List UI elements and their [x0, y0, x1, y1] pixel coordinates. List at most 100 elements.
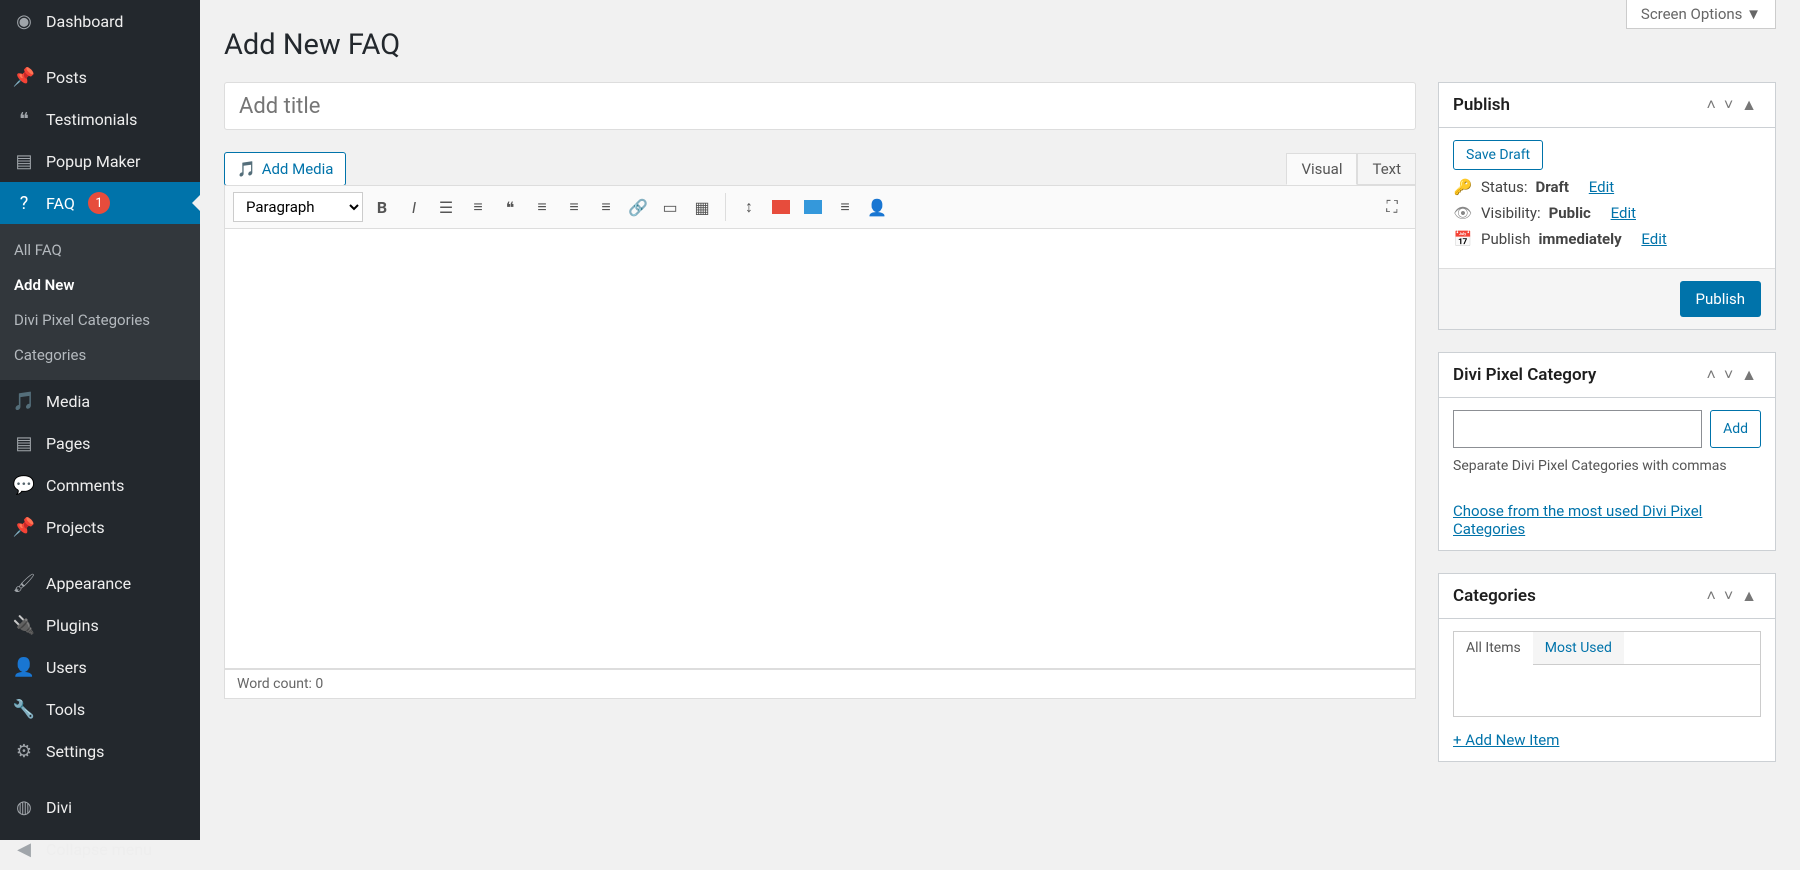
add-media-button[interactable]: 🎵 Add Media: [224, 152, 346, 186]
user-icon[interactable]: 👤: [864, 194, 890, 220]
divi-pixel-category-input[interactable]: [1453, 410, 1702, 448]
align-center-icon[interactable]: ≡: [561, 194, 587, 220]
choose-most-used-link[interactable]: Choose from the most used Divi Pixel Cat…: [1453, 502, 1702, 538]
sidebar-item-label: Collapse menu: [46, 840, 152, 859]
media-icon: 🎵: [12, 391, 36, 412]
post-title-input[interactable]: [224, 82, 1416, 130]
bold-icon[interactable]: B: [369, 194, 395, 220]
format-select[interactable]: Paragraph: [233, 192, 363, 222]
chevron-down-icon[interactable]: ˅: [1720, 586, 1737, 606]
metabox-column: Publish ˄ ˅ ▲ Save Draft 🔑Status: Draft …: [1438, 82, 1776, 784]
read-more-icon[interactable]: ▭: [657, 194, 683, 220]
sidebar-item-pages[interactable]: ▤Pages: [0, 422, 200, 464]
user-icon: 👤: [12, 657, 36, 678]
edit-status-link[interactable]: Edit: [1589, 178, 1614, 196]
sidebar-item-label: Tools: [46, 700, 85, 719]
sidebar-item-divi[interactable]: ◍ Divi: [0, 786, 200, 828]
fullscreen-icon[interactable]: ⛶: [1379, 194, 1405, 220]
chevron-down-icon[interactable]: ˅: [1720, 365, 1737, 385]
sidebar-item-posts[interactable]: 📌Posts: [0, 56, 200, 98]
triangle-up-icon[interactable]: ▲: [1737, 95, 1761, 115]
sidebar-item-media[interactable]: 🎵Media: [0, 380, 200, 422]
screen-options-button[interactable]: Screen Options ▼: [1626, 0, 1776, 29]
plugin-icon: 🔌: [12, 615, 36, 636]
publish-metabox: Publish ˄ ˅ ▲ Save Draft 🔑Status: Draft …: [1438, 82, 1776, 330]
admin-sidebar: ◉Dashboard 📌Posts ❝ Testimonials ▤Popup M…: [0, 0, 200, 840]
sidebar-item-popup-maker[interactable]: ▤Popup Maker: [0, 140, 200, 182]
page-title: Add New FAQ: [224, 28, 1776, 62]
sidebar-item-faq[interactable]: ? FAQ 1: [0, 182, 200, 224]
editor-status-bar: Word count: 0: [224, 669, 1416, 699]
sidebar-submenu: All FAQ Add New Divi Pixel Categories Ca…: [0, 224, 200, 380]
quote-icon: ❝: [12, 109, 36, 130]
sidebar-item-tools[interactable]: 🔧 Tools: [0, 688, 200, 730]
editor-toolbar: Paragraph B I ☰ ≡ ❝ ≡ ≡ ≡ 🔗 ▭ ▦ ↕ ≡ 👤 ⛶: [224, 185, 1416, 229]
save-draft-button[interactable]: Save Draft: [1453, 140, 1543, 170]
sidebar-item-label: Projects: [46, 518, 105, 537]
sidebar-sub-add-new[interactable]: Add New: [0, 267, 200, 302]
link-icon[interactable]: 🔗: [625, 194, 651, 220]
metabox-title: Publish: [1453, 95, 1702, 115]
color-blocks-icon[interactable]: [768, 194, 794, 220]
sidebar-sub-divi-pixel-categories[interactable]: Divi Pixel Categories: [0, 302, 200, 337]
wrench-icon: 🔧: [12, 699, 36, 720]
blockquote-icon[interactable]: ❝: [497, 194, 523, 220]
visibility-value: Public: [1549, 204, 1591, 222]
sidebar-item-dashboard[interactable]: ◉Dashboard: [0, 0, 200, 42]
sidebar-sub-categories[interactable]: Categories: [0, 337, 200, 372]
media-icon: 🎵: [237, 160, 256, 178]
publish-time-value: immediately: [1538, 230, 1621, 248]
editor-textarea[interactable]: [224, 229, 1416, 669]
triangle-up-icon[interactable]: ▲: [1737, 586, 1761, 606]
bullet-list-icon[interactable]: ☰: [433, 194, 459, 220]
sidebar-item-projects[interactable]: 📌Projects: [0, 506, 200, 548]
kitchen-sink-icon[interactable]: ▦: [689, 194, 715, 220]
edit-visibility-link[interactable]: Edit: [1611, 204, 1636, 222]
sidebar-item-label: Appearance: [46, 574, 131, 593]
italic-icon[interactable]: I: [401, 194, 427, 220]
pin-icon: 📌: [12, 67, 36, 88]
sidebar-item-label: Testimonials: [46, 110, 137, 129]
sidebar-item-collapse[interactable]: ◀ Collapse menu: [0, 828, 200, 870]
tab-most-used[interactable]: Most Used: [1533, 632, 1624, 664]
sidebar-item-label: Divi: [46, 798, 72, 817]
sidebar-item-users[interactable]: 👤Users: [0, 646, 200, 688]
tab-all-items[interactable]: All Items: [1454, 632, 1533, 665]
sidebar-item-settings[interactable]: ⚙Settings: [0, 730, 200, 772]
align-left-icon[interactable]: ≡: [529, 194, 555, 220]
pages-icon: ▤: [12, 433, 36, 454]
sidebar-item-appearance[interactable]: 🖌 Appearance: [0, 562, 200, 604]
hint-text: Separate Divi Pixel Categories with comm…: [1453, 458, 1761, 474]
publish-button[interactable]: Publish: [1680, 281, 1761, 317]
align-right-icon[interactable]: ≡: [593, 194, 619, 220]
comment-icon: 💬: [12, 475, 36, 496]
add-divi-pixel-category-button[interactable]: Add: [1710, 410, 1761, 448]
divi-icon: ◍: [12, 797, 36, 818]
tab-text[interactable]: Text: [1357, 153, 1416, 185]
triangle-up-icon[interactable]: ▲: [1737, 365, 1761, 385]
divider-icon[interactable]: [800, 194, 826, 220]
editor-mode-tabs: Visual Text: [1286, 153, 1416, 185]
sidebar-item-label: FAQ: [46, 194, 75, 213]
chevron-down-icon[interactable]: ˅: [1720, 95, 1737, 115]
category-checklist[interactable]: [1453, 665, 1761, 717]
numbered-list-icon[interactable]: ≡: [465, 194, 491, 220]
edit-publish-time-link[interactable]: Edit: [1641, 230, 1666, 248]
chevron-up-icon[interactable]: ˄: [1702, 365, 1719, 385]
sidebar-item-comments[interactable]: 💬Comments: [0, 464, 200, 506]
key-icon: 🔑: [1453, 178, 1473, 196]
toolbar-toggle-icon[interactable]: ↕: [736, 194, 762, 220]
collapse-icon: ◀: [12, 839, 36, 860]
sidebar-item-testimonials[interactable]: ❝ Testimonials: [0, 98, 200, 140]
word-count-value: 0: [315, 676, 323, 692]
chevron-up-icon[interactable]: ˄: [1702, 95, 1719, 115]
sidebar-item-plugins[interactable]: 🔌Plugins: [0, 604, 200, 646]
tab-visual[interactable]: Visual: [1286, 153, 1357, 185]
sidebar-sub-all-faq[interactable]: All FAQ: [0, 232, 200, 267]
metabox-title: Categories: [1453, 586, 1702, 606]
chevron-up-icon[interactable]: ˄: [1702, 586, 1719, 606]
text-style-icon[interactable]: ≡: [832, 194, 858, 220]
add-new-item-link[interactable]: + Add New Item: [1453, 731, 1559, 749]
brush-icon: 🖌: [12, 573, 36, 594]
status-value: Draft: [1536, 178, 1569, 196]
